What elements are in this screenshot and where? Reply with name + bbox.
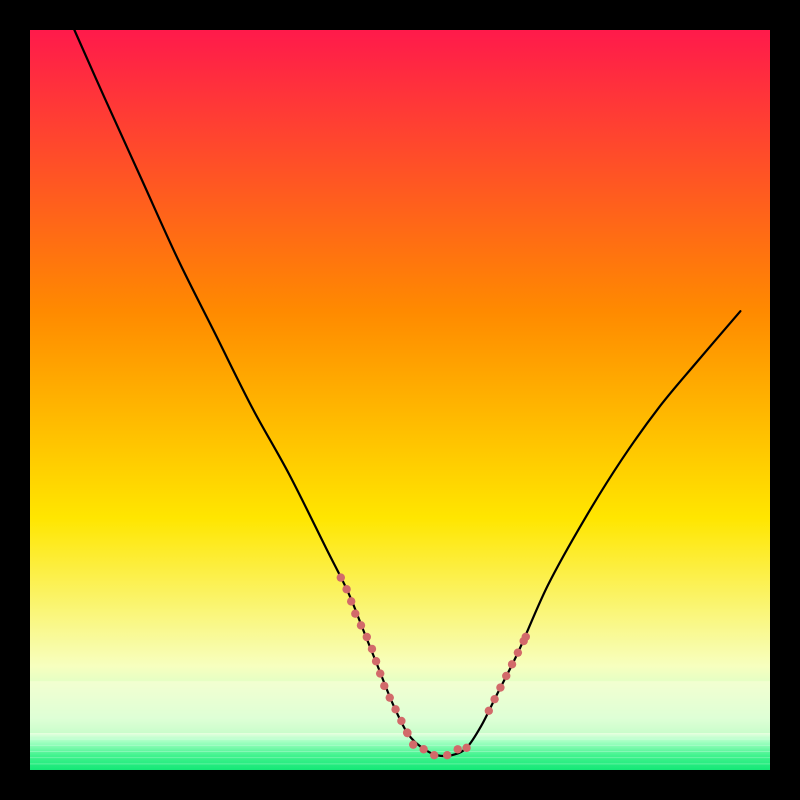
plot-background: [30, 30, 770, 770]
chart-frame: TheBottleneck.com: [0, 0, 800, 800]
chart-svg: [0, 0, 800, 800]
pale-yellow-band: [30, 681, 770, 733]
